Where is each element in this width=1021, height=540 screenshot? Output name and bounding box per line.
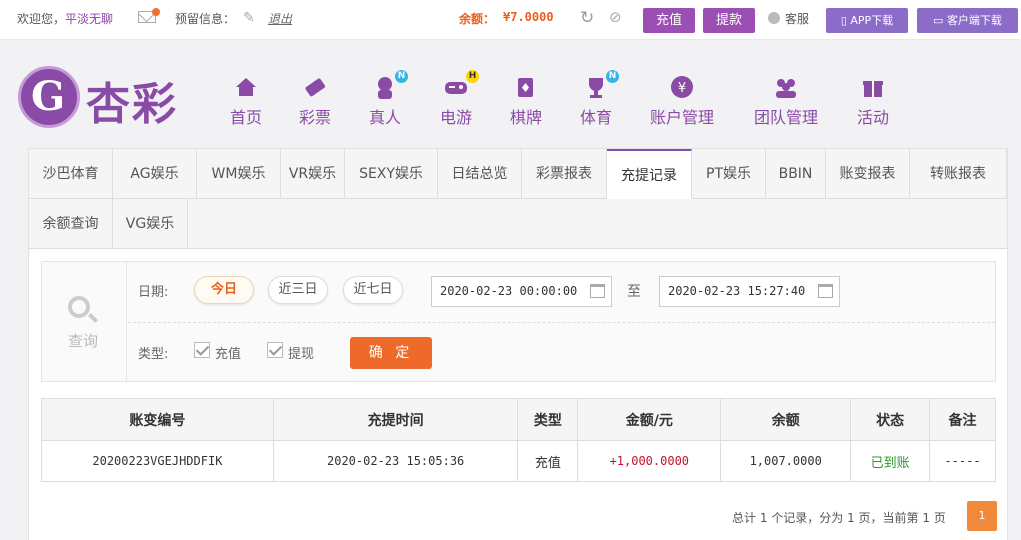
logo-emblem[interactable]: G [18,66,80,128]
col-time: 充提时间 [272,398,519,441]
tab-saba-sports[interactable]: 沙巴体育 [29,149,113,199]
tab-lottery-report[interactable]: 彩票报表 [522,149,607,199]
col-balance: 余额 [720,398,852,441]
col-amount: 金额/元 [577,398,722,441]
records-table: 账变编号 充提时间 类型 金额/元 余额 状态 备注 20200223VGEJH… [41,398,996,482]
nav-sports[interactable]: N 体育 [580,70,619,128]
tab-account-change-report[interactable]: 账变报表 [826,149,910,199]
filter-panel: 查询 日期: 今日 近三日 近七日 2020-02-23 00:00:00 至 … [41,261,996,382]
main-panel: 沙巴体育 AG娱乐 WM娱乐 VR娱乐 SEXY娱乐 日结总览 彩票报表 充提记… [28,148,1008,540]
date-label: 日期: [138,285,169,300]
client-download-button[interactable]: ▭ 客户端下载 [917,8,1018,33]
logo-text[interactable]: 杏彩 [86,68,178,132]
cell-time: 2020-02-23 15:05:36 [272,440,519,482]
cell-status: 已到账 [850,440,931,482]
app-download-button[interactable]: ▯ APP下载 [826,8,908,33]
cell-amount: +1,000.0000 [577,440,722,482]
customer-service-link[interactable]: 客服 [785,10,809,27]
notification-dot-icon [152,8,160,16]
nav-home[interactable]: 首页 [230,74,262,128]
confirm-button[interactable]: 确 定 [350,337,432,369]
top-bar: 欢迎您，平淡无聊 预留信息： ✎ 退出 余额： ¥7.0000 ↻ ⊘ 充值 提… [0,0,1021,40]
cell-balance: 1,007.0000 [720,440,852,482]
tab-bbin[interactable]: BBIN [766,149,826,199]
cards-icon [518,78,533,97]
withdraw-checkbox[interactable] [267,342,283,358]
col-status: 状态 [850,398,931,441]
to-label: 至 [627,284,641,300]
gamepad-icon [445,82,467,94]
svg-text:¥: ¥ [678,81,686,96]
last-7-days-button[interactable]: 近七日 [343,276,403,304]
logout-link[interactable]: 退出 [268,10,292,27]
query-column[interactable]: 查询 [42,262,127,381]
nav-live-casino[interactable]: N 真人 [369,70,408,128]
dealer-icon [378,77,392,99]
withdraw-checkbox-label[interactable]: 提现 [288,343,314,362]
service-icon [768,12,780,24]
report-tabs: 沙巴体育 AG娱乐 WM娱乐 VR娱乐 SEXY娱乐 日结总览 彩票报表 充提记… [29,149,1007,249]
welcome-text: 欢迎您，平淡无聊 [17,12,114,26]
nav-team[interactable]: 团队管理 [754,74,818,128]
tab-ag[interactable]: AG娱乐 [113,149,197,199]
end-datetime-input[interactable]: 2020-02-23 15:27:40 [659,276,840,307]
divider [128,322,995,323]
hide-balance-icon[interactable]: ⊘ [609,8,622,26]
trophy-icon [589,78,603,98]
calendar-icon[interactable] [818,284,833,298]
balance-value: ¥7.0000 [503,10,554,24]
nav-account[interactable]: ¥ 账户管理 [650,74,714,128]
edit-icon[interactable]: ✎ [243,10,255,26]
start-datetime-input[interactable]: 2020-02-23 00:00:00 [431,276,612,307]
page-button[interactable]: 1 [967,501,997,531]
tab-daily-summary[interactable]: 日结总览 [438,149,522,199]
col-record-id: 账变编号 [41,398,274,441]
deposit-button[interactable]: 充值 [643,8,695,33]
team-icon [776,79,796,98]
query-label: 查询 [68,332,99,350]
calendar-icon[interactable] [590,284,605,298]
tab-balance-query[interactable]: 余额查询 [29,199,113,249]
gift-icon [863,81,883,97]
table-row: 20200223VGEJHDDFIK 2020-02-23 15:05:36 充… [41,440,996,482]
warning-info-label: 预留信息： [175,12,236,26]
header: G 杏彩 首页 彩票 N 真人 H 电游 棋牌 N 体育 ¥ 账户管理 团队管理… [0,40,1021,148]
nav-electronic-games[interactable]: H 电游 [440,70,479,128]
search-icon [68,296,90,318]
tab-deposit-withdraw-records[interactable]: 充提记录 [607,149,692,199]
hot-badge: H [466,70,479,83]
cell-remark: ----- [929,440,996,482]
nav-activity[interactable]: 活动 [857,74,889,128]
home-icon [236,78,256,96]
type-label: 类型: [138,347,169,362]
deposit-checkbox-label[interactable]: 充值 [215,343,241,362]
nav-card-games[interactable]: 棋牌 [510,74,542,128]
tab-transfer-report[interactable]: 转账报表 [910,149,1007,199]
last-3-days-button[interactable]: 近三日 [268,276,328,304]
today-button[interactable]: 今日 [194,276,254,304]
refresh-icon[interactable]: ↻ [580,8,594,28]
tab-vr[interactable]: VR娱乐 [281,149,345,199]
username[interactable]: 平淡无聊 [65,12,113,26]
tab-pt[interactable]: PT娱乐 [692,149,766,199]
tab-wm[interactable]: WM娱乐 [197,149,281,199]
new-badge: N [606,70,619,83]
tab-vg[interactable]: VG娱乐 [113,199,188,249]
withdraw-button[interactable]: 提款 [703,8,755,33]
cell-type: 充值 [517,440,579,482]
cell-record-id: 20200223VGEJHDDFIK [41,440,274,482]
yen-icon: ¥ [671,76,693,98]
nav-lottery[interactable]: 彩票 [299,74,331,128]
table-header-row: 账变编号 充提时间 类型 金额/元 余额 状态 备注 [41,398,996,441]
col-remark: 备注 [929,398,996,441]
ticket-icon [305,78,326,97]
col-type: 类型 [517,398,579,441]
deposit-checkbox[interactable] [194,342,210,358]
tab-sexy[interactable]: SEXY娱乐 [345,149,438,199]
pager-summary: 总计 1 个记录，分为 1 页，当前第 1 页 [732,511,946,525]
new-badge: N [395,70,408,83]
balance-label: 余额： [459,12,496,26]
